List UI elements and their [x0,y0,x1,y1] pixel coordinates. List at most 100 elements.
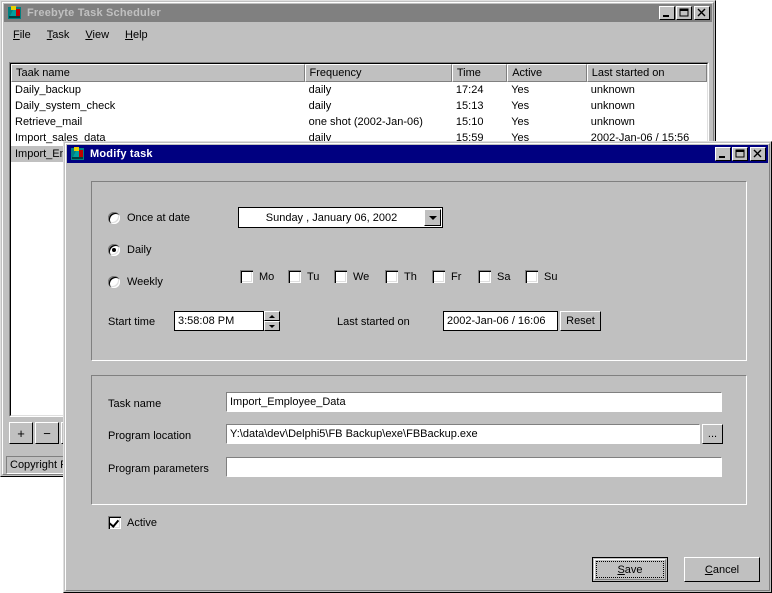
column-header-time[interactable]: Time [451,64,508,82]
main-titlebar[interactable]: Freebyte Task Scheduler [4,4,712,22]
main-titlebar-buttons [658,6,710,20]
program-parameters-label: Program parameters [108,463,209,475]
checkbox-icon [385,270,398,283]
weekday-su[interactable]: Su [525,270,557,283]
stepper-up-icon[interactable] [264,311,280,321]
radio-label: Daily [127,244,152,256]
cell-time: 15:10 [455,116,484,128]
table-row[interactable]: Daily_system_check daily 15:13 Yes unkno… [11,98,707,114]
date-dropdown[interactable]: Sunday , January 06, 2002 [238,207,443,228]
checkbox-icon [478,270,491,283]
dialog-titlebar-buttons [714,147,766,161]
radio-icon [108,212,120,224]
weekday-sa[interactable]: Sa [478,270,510,283]
weekday-mo[interactable]: Mo [240,270,274,283]
checkbox-icon [108,516,121,529]
radio-once-at-date[interactable]: Once at date [108,212,190,224]
weekday-tu[interactable]: Tu [288,270,319,283]
program-location-label: Program location [108,430,192,442]
weekday-label: Su [544,270,558,283]
start-time-label: Start time [108,316,156,328]
cell-active: Yes [511,100,530,112]
task-name-label: Task name [108,398,162,410]
table-row[interactable]: Daily_backup daily 17:24 Yes unknown [11,82,707,98]
details-groupbox: Task name Import_Employee_Data Program l… [91,375,747,505]
cell-frequency: daily [308,84,332,96]
date-dropdown-value: Sunday , January 06, 2002 [265,211,398,224]
maximize-button[interactable] [732,147,748,161]
modify-task-dialog: Modify task Once at date Daily Weekly Su… [63,141,772,593]
minimize-button[interactable] [659,6,675,20]
minimize-button[interactable] [715,147,731,161]
column-header-last-started[interactable]: Last started on [586,64,707,82]
save-button-label: Save [617,563,643,576]
app-icon [70,146,86,162]
remove-task-button[interactable]: − [35,422,59,444]
table-row[interactable]: Retrieve_mail one shot (2002-Jan-06) 15:… [11,114,707,130]
browse-button[interactable]: ... [702,424,723,444]
maximize-button[interactable] [676,6,692,20]
task-list-header: Taak name Frequency Time Active Last sta… [11,64,707,82]
column-header-active[interactable]: Active [507,64,587,82]
cell-time: 17:24 [455,84,484,96]
chevron-down-icon[interactable] [424,209,441,226]
cancel-button[interactable]: Cancel [684,557,760,582]
active-checkbox-label: Active [127,516,157,529]
start-time-stepper[interactable] [264,311,280,331]
cell-last-started: unknown [590,100,635,112]
cell-last-started: unknown [590,116,635,128]
radio-icon [108,276,120,288]
checkbox-icon [525,270,538,283]
checkbox-icon [334,270,347,283]
screen: Freebyte Task Scheduler File Task View H… [0,0,772,593]
weekday-label: Fr [451,270,462,283]
weekday-label: Th [404,270,417,283]
stepper-down-icon[interactable] [264,321,280,331]
checkbox-icon [288,270,301,283]
start-time-input[interactable]: 3:58:08 PM [174,311,264,331]
reset-button[interactable]: Reset [560,311,601,331]
program-parameters-input[interactable] [226,457,722,477]
menubar: File Task View Help [5,25,156,44]
cancel-button-label: Cancel [704,563,740,576]
weekday-we[interactable]: We [334,270,369,283]
radio-daily[interactable]: Daily [108,244,151,256]
radio-label: Weekly [127,276,163,288]
menu-item-task[interactable]: Task [39,27,78,43]
cell-active: Yes [511,116,530,128]
program-location-input[interactable]: Y:\data\dev\Delphi5\FB Backup\exe\FBBack… [226,424,700,444]
column-header-frequency[interactable]: Frequency [304,64,452,82]
weekday-fr[interactable]: Fr [432,270,461,283]
cell-frequency: daily [308,100,332,112]
weekday-th[interactable]: Th [385,270,417,283]
menu-item-help[interactable]: Help [117,27,156,43]
ellipsis-icon: ... [707,428,718,440]
column-header-task-name[interactable]: Taak name [11,64,305,82]
weekday-label: Sa [497,270,511,283]
last-started-input[interactable]: 2002-Jan-06 / 16:06 [443,311,558,331]
cell-last-started: unknown [590,84,635,96]
last-started-label: Last started on [337,316,410,328]
active-checkbox[interactable]: Active [108,516,157,529]
checkbox-icon [240,270,253,283]
checkbox-icon [432,270,445,283]
dialog-title: Modify task [90,148,153,160]
weekday-label: Tu [307,270,320,283]
app-icon [7,5,23,21]
radio-label: Once at date [127,212,190,224]
cell-time: 15:13 [455,100,484,112]
menu-item-file[interactable]: File [5,27,39,43]
close-button[interactable] [750,147,766,161]
menu-item-view[interactable]: View [77,27,117,43]
add-task-button[interactable]: + [9,422,33,444]
save-button[interactable]: Save [592,557,668,582]
radio-icon [108,244,120,256]
cell-task-name: Daily_backup [15,84,82,96]
schedule-groupbox: Once at date Daily Weekly Sunday , Janua… [91,181,747,361]
dialog-titlebar[interactable]: Modify task [67,145,768,163]
close-button[interactable] [694,6,710,20]
cell-task-name: Daily_system_check [15,100,116,112]
task-name-input[interactable]: Import_Employee_Data [226,392,722,412]
weekday-label: Mo [259,270,275,283]
radio-weekly[interactable]: Weekly [108,276,163,288]
